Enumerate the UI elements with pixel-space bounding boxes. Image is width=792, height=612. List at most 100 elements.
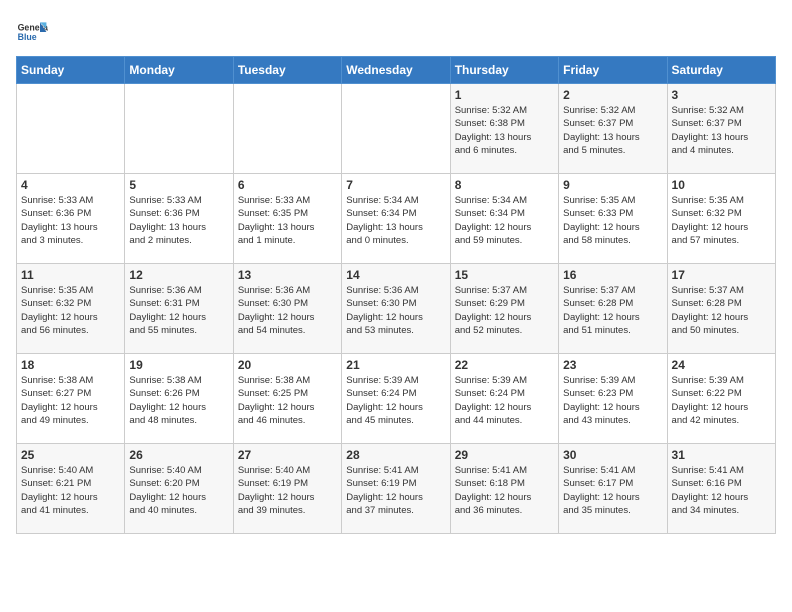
cell-1-6: 10Sunrise: 5:35 AM Sunset: 6:32 PM Dayli… xyxy=(667,174,775,264)
header-thursday: Thursday xyxy=(450,57,558,84)
cell-0-2 xyxy=(233,84,341,174)
week-row-1: 1Sunrise: 5:32 AM Sunset: 6:38 PM Daylig… xyxy=(17,84,776,174)
calendar-body: 1Sunrise: 5:32 AM Sunset: 6:38 PM Daylig… xyxy=(17,84,776,534)
week-row-4: 18 Sunrise: 5:38 AM Sunset: 6:27 PM Dayli… xyxy=(17,354,776,444)
cell-content: Sunrise: 5:35 AM Sunset: 6:33 PM Dayligh… xyxy=(563,194,662,247)
cell-3-3: 21 Sunrise: 5:39 AM Sunset: 6:24 PM Dayli… xyxy=(342,354,450,444)
day-number: 27 xyxy=(238,448,337,462)
cell-content: Sunrise: 5:37 AM Sunset: 6:29 PM Dayligh… xyxy=(455,284,554,337)
day-number: 3 xyxy=(672,88,771,102)
cell-0-6: 3Sunrise: 5:32 AM Sunset: 6:37 PM Daylig… xyxy=(667,84,775,174)
cell-3-2: 20 Sunrise: 5:38 AM Sunset: 6:25 PM Dayli… xyxy=(233,354,341,444)
cell-3-6: 24 Sunrise: 5:39 AM Sunset: 6:22 PM Dayli… xyxy=(667,354,775,444)
cell-0-4: 1Sunrise: 5:32 AM Sunset: 6:38 PM Daylig… xyxy=(450,84,558,174)
header-saturday: Saturday xyxy=(667,57,775,84)
cell-content: Sunrise: 5:40 AM Sunset: 6:20 PM Dayligh… xyxy=(129,464,228,517)
header-friday: Friday xyxy=(559,57,667,84)
cell-1-3: 7 Sunrise: 5:34 AM Sunset: 6:34 PM Daylig… xyxy=(342,174,450,264)
cell-0-1 xyxy=(125,84,233,174)
cell-2-3: 14Sunrise: 5:36 AM Sunset: 6:30 PM Dayli… xyxy=(342,264,450,354)
cell-2-2: 13 Sunrise: 5:36 AM Sunset: 6:30 PM Dayli… xyxy=(233,264,341,354)
logo-icon: General Blue xyxy=(16,16,48,48)
cell-4-6: 31 Sunrise: 5:41 AM Sunset: 6:16 PM Dayli… xyxy=(667,444,775,534)
cell-content: Sunrise: 5:33 AM Sunset: 6:35 PM Dayligh… xyxy=(238,194,337,247)
cell-1-5: 9 Sunrise: 5:35 AM Sunset: 6:33 PM Daylig… xyxy=(559,174,667,264)
cell-1-1: 5 Sunrise: 5:33 AM Sunset: 6:36 PM Daylig… xyxy=(125,174,233,264)
logo: General Blue xyxy=(16,16,48,48)
cell-4-1: 26 Sunrise: 5:40 AM Sunset: 6:20 PM Dayli… xyxy=(125,444,233,534)
cell-content: Sunrise: 5:37 AM Sunset: 6:28 PM Dayligh… xyxy=(563,284,662,337)
day-number: 17 xyxy=(672,268,771,282)
cell-0-5: 2Sunrise: 5:32 AM Sunset: 6:37 PM Daylig… xyxy=(559,84,667,174)
cell-content: Sunrise: 5:38 AM Sunset: 6:26 PM Dayligh… xyxy=(129,374,228,427)
calendar-table: SundayMondayTuesdayWednesdayThursdayFrid… xyxy=(16,56,776,534)
header-monday: Monday xyxy=(125,57,233,84)
days-of-week-row: SundayMondayTuesdayWednesdayThursdayFrid… xyxy=(17,57,776,84)
cell-0-3 xyxy=(342,84,450,174)
cell-3-4: 22 Sunrise: 5:39 AM Sunset: 6:24 PM Dayli… xyxy=(450,354,558,444)
cell-4-5: 30Sunrise: 5:41 AM Sunset: 6:17 PM Dayli… xyxy=(559,444,667,534)
cell-content: Sunrise: 5:35 AM Sunset: 6:32 PM Dayligh… xyxy=(21,284,120,337)
day-number: 6 xyxy=(238,178,337,192)
day-number: 11 xyxy=(21,268,120,282)
day-number: 28 xyxy=(346,448,445,462)
cell-4-0: 25Sunrise: 5:40 AM Sunset: 6:21 PM Dayli… xyxy=(17,444,125,534)
cell-content: Sunrise: 5:39 AM Sunset: 6:22 PM Dayligh… xyxy=(672,374,771,427)
week-row-3: 11 Sunrise: 5:35 AM Sunset: 6:32 PM Dayli… xyxy=(17,264,776,354)
cell-2-5: 16Sunrise: 5:37 AM Sunset: 6:28 PM Dayli… xyxy=(559,264,667,354)
cell-content: Sunrise: 5:32 AM Sunset: 6:38 PM Dayligh… xyxy=(455,104,554,157)
day-number: 2 xyxy=(563,88,662,102)
cell-3-1: 19 Sunrise: 5:38 AM Sunset: 6:26 PM Dayli… xyxy=(125,354,233,444)
cell-content: Sunrise: 5:39 AM Sunset: 6:24 PM Dayligh… xyxy=(346,374,445,427)
day-number: 18 xyxy=(21,358,120,372)
cell-3-5: 23 Sunrise: 5:39 AM Sunset: 6:23 PM Dayli… xyxy=(559,354,667,444)
cell-3-0: 18 Sunrise: 5:38 AM Sunset: 6:27 PM Dayli… xyxy=(17,354,125,444)
day-number: 29 xyxy=(455,448,554,462)
cell-1-2: 6 Sunrise: 5:33 AM Sunset: 6:35 PM Daylig… xyxy=(233,174,341,264)
week-row-2: 4Sunrise: 5:33 AM Sunset: 6:36 PM Daylig… xyxy=(17,174,776,264)
day-number: 5 xyxy=(129,178,228,192)
day-number: 13 xyxy=(238,268,337,282)
cell-content: Sunrise: 5:39 AM Sunset: 6:24 PM Dayligh… xyxy=(455,374,554,427)
cell-content: Sunrise: 5:33 AM Sunset: 6:36 PM Dayligh… xyxy=(21,194,120,247)
day-number: 9 xyxy=(563,178,662,192)
cell-2-6: 17Sunrise: 5:37 AM Sunset: 6:28 PM Dayli… xyxy=(667,264,775,354)
cell-0-0 xyxy=(17,84,125,174)
day-number: 20 xyxy=(238,358,337,372)
cell-2-0: 11 Sunrise: 5:35 AM Sunset: 6:32 PM Dayli… xyxy=(17,264,125,354)
cell-content: Sunrise: 5:34 AM Sunset: 6:34 PM Dayligh… xyxy=(455,194,554,247)
day-number: 26 xyxy=(129,448,228,462)
calendar-header: SundayMondayTuesdayWednesdayThursdayFrid… xyxy=(17,57,776,84)
cell-content: Sunrise: 5:40 AM Sunset: 6:19 PM Dayligh… xyxy=(238,464,337,517)
day-number: 22 xyxy=(455,358,554,372)
cell-content: Sunrise: 5:38 AM Sunset: 6:27 PM Dayligh… xyxy=(21,374,120,427)
svg-text:Blue: Blue xyxy=(18,32,37,42)
day-number: 21 xyxy=(346,358,445,372)
cell-content: Sunrise: 5:41 AM Sunset: 6:16 PM Dayligh… xyxy=(672,464,771,517)
cell-content: Sunrise: 5:36 AM Sunset: 6:30 PM Dayligh… xyxy=(238,284,337,337)
cell-content: Sunrise: 5:39 AM Sunset: 6:23 PM Dayligh… xyxy=(563,374,662,427)
header-sunday: Sunday xyxy=(17,57,125,84)
cell-content: Sunrise: 5:33 AM Sunset: 6:36 PM Dayligh… xyxy=(129,194,228,247)
day-number: 14 xyxy=(346,268,445,282)
cell-content: Sunrise: 5:38 AM Sunset: 6:25 PM Dayligh… xyxy=(238,374,337,427)
day-number: 10 xyxy=(672,178,771,192)
day-number: 23 xyxy=(563,358,662,372)
day-number: 31 xyxy=(672,448,771,462)
day-number: 19 xyxy=(129,358,228,372)
cell-4-2: 27 Sunrise: 5:40 AM Sunset: 6:19 PM Dayli… xyxy=(233,444,341,534)
header-wednesday: Wednesday xyxy=(342,57,450,84)
day-number: 7 xyxy=(346,178,445,192)
header-tuesday: Tuesday xyxy=(233,57,341,84)
day-number: 25 xyxy=(21,448,120,462)
day-number: 24 xyxy=(672,358,771,372)
cell-content: Sunrise: 5:34 AM Sunset: 6:34 PM Dayligh… xyxy=(346,194,445,247)
day-number: 30 xyxy=(563,448,662,462)
cell-2-1: 12Sunrise: 5:36 AM Sunset: 6:31 PM Dayli… xyxy=(125,264,233,354)
cell-4-3: 28 Sunrise: 5:41 AM Sunset: 6:19 PM Dayli… xyxy=(342,444,450,534)
cell-content: Sunrise: 5:41 AM Sunset: 6:18 PM Dayligh… xyxy=(455,464,554,517)
day-number: 15 xyxy=(455,268,554,282)
cell-content: Sunrise: 5:41 AM Sunset: 6:19 PM Dayligh… xyxy=(346,464,445,517)
day-number: 8 xyxy=(455,178,554,192)
cell-1-0: 4Sunrise: 5:33 AM Sunset: 6:36 PM Daylig… xyxy=(17,174,125,264)
